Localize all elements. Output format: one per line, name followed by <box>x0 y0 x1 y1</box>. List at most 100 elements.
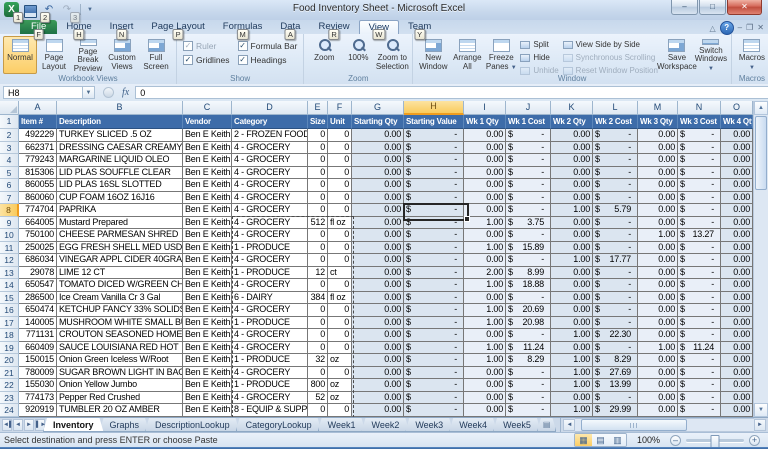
header-cell[interactable]: Starting Value <box>404 115 464 129</box>
cell[interactable]: $- <box>404 192 464 205</box>
cell[interactable]: 0 <box>308 317 328 330</box>
cell[interactable]: 0 <box>328 304 352 317</box>
view-side-by-side-button[interactable]: View Side by Side <box>563 39 658 50</box>
cell[interactable]: 4 - GROCERY <box>232 179 308 192</box>
cell[interactable]: 0.00 <box>638 279 678 292</box>
cell[interactable]: 800 <box>308 379 328 392</box>
cell[interactable]: 4 - GROCERY <box>232 342 308 355</box>
cell[interactable]: VINEGAR APPL CIDER 40GRAIN <box>57 254 183 267</box>
fx-icon[interactable]: fx <box>122 87 129 98</box>
cell[interactable]: 860055 <box>19 179 57 192</box>
column-header-K[interactable]: K <box>551 101 593 115</box>
cell[interactable]: 0 <box>328 242 352 255</box>
tab-file[interactable]: FileF <box>20 20 57 34</box>
zoom-slider-thumb[interactable] <box>711 435 720 448</box>
cell[interactable]: 0.00 <box>638 367 678 380</box>
page-layout-shortcut[interactable]: ▤ <box>592 434 609 446</box>
cell[interactable]: 0.00 <box>551 292 593 305</box>
cell[interactable]: $- <box>678 317 721 330</box>
cell[interactable]: 0.00 <box>352 129 404 142</box>
cell[interactable]: 0 <box>328 329 352 342</box>
cell[interactable]: 0.00 <box>721 204 753 217</box>
cell[interactable]: 662371 <box>19 142 57 155</box>
cell[interactable]: 774173 <box>19 392 57 405</box>
cell[interactable]: $11.24 <box>678 342 721 355</box>
row-header[interactable]: 8 <box>0 204 19 217</box>
cell[interactable]: $- <box>593 304 638 317</box>
cell[interactable]: 650474 <box>19 304 57 317</box>
cell[interactable]: 686034 <box>19 254 57 267</box>
cell[interactable]: 0.00 <box>464 167 506 180</box>
cell[interactable]: 0 <box>308 367 328 380</box>
cell[interactable]: Ben E Keith <box>183 279 232 292</box>
save-workspace-button[interactable]: Save Workspace <box>660 36 694 74</box>
cell[interactable]: 1.00 <box>551 329 593 342</box>
prev-sheet-icon[interactable]: ◄ <box>13 419 23 431</box>
customize-qat-dropdown[interactable]: ▼ <box>87 7 93 13</box>
column-header-O[interactable]: O <box>721 101 753 115</box>
cell[interactable]: 0.00 <box>638 404 678 417</box>
cell[interactable]: $- <box>593 267 638 280</box>
last-sheet-icon[interactable]: ▌► <box>35 419 45 431</box>
row-header[interactable]: 4 <box>0 154 19 167</box>
insert-function-icon[interactable] <box>103 87 114 98</box>
sheet-tab-inventory[interactable]: Inventory <box>43 418 104 432</box>
cell[interactable]: 0.00 <box>464 204 506 217</box>
cell[interactable]: 1.00 <box>551 404 593 417</box>
cell[interactable]: 0.00 <box>352 242 404 255</box>
cell[interactable]: 0.00 <box>352 342 404 355</box>
cell[interactable]: 12 <box>308 267 328 280</box>
cell[interactable]: $- <box>404 154 464 167</box>
cell[interactable]: ct <box>328 267 352 280</box>
cell[interactable]: $13.27 <box>678 229 721 242</box>
cell[interactable]: $- <box>404 204 464 217</box>
cell[interactable]: 384 <box>308 292 328 305</box>
cell[interactable]: $- <box>593 342 638 355</box>
cell[interactable]: SUGAR BROWN LIGHT IN BAGS <box>57 367 183 380</box>
cell[interactable]: 4 - GROCERY <box>232 254 308 267</box>
cell[interactable]: $- <box>593 167 638 180</box>
cell[interactable]: 32 <box>308 354 328 367</box>
cell[interactable]: $- <box>678 354 721 367</box>
row-header[interactable]: 5 <box>0 167 19 180</box>
row-header[interactable]: 21 <box>0 367 19 380</box>
cell[interactable]: $- <box>404 342 464 355</box>
sheet-tab-week3[interactable]: Week3 <box>405 418 453 432</box>
cell[interactable]: 4 - GROCERY <box>232 329 308 342</box>
cell[interactable]: $- <box>404 242 464 255</box>
cell[interactable]: $- <box>404 329 464 342</box>
cell[interactable]: 0.00 <box>352 392 404 405</box>
header-cell[interactable]: Wk 4 Qty <box>721 115 753 129</box>
cell[interactable]: 0.00 <box>352 192 404 205</box>
cell[interactable]: 0.00 <box>721 192 753 205</box>
sheet-tab-descriptionlookup[interactable]: DescriptionLookup <box>145 418 240 432</box>
cell[interactable]: 0.00 <box>551 279 593 292</box>
zoom-out-icon[interactable]: – <box>670 435 681 446</box>
cell[interactable]: $- <box>593 229 638 242</box>
minimize-button[interactable]: – <box>671 0 698 15</box>
arrange-all-button[interactable]: Arrange All <box>450 36 484 74</box>
cell[interactable]: 0.00 <box>721 142 753 155</box>
cell[interactable]: 0.00 <box>464 329 506 342</box>
cell[interactable]: $- <box>678 379 721 392</box>
workbook-minimize-icon[interactable]: – <box>738 22 742 34</box>
cell[interactable]: 0.00 <box>551 392 593 405</box>
cell[interactable]: 0.00 <box>464 192 506 205</box>
cell[interactable]: $- <box>404 267 464 280</box>
cell[interactable]: Ben E Keith <box>183 229 232 242</box>
column-header-N[interactable]: N <box>678 101 721 115</box>
header-cell[interactable]: Wk 3 Qty <box>638 115 678 129</box>
cell[interactable]: Ben E Keith <box>183 367 232 380</box>
cell[interactable]: 0.00 <box>352 379 404 392</box>
cell[interactable]: 250025 <box>19 242 57 255</box>
cell[interactable]: 771131 <box>19 329 57 342</box>
cell[interactable]: 512 <box>308 217 328 230</box>
cell[interactable]: TUMBLER 20 OZ AMBER <box>57 404 183 417</box>
cell[interactable]: 4 - GROCERY <box>232 217 308 230</box>
scroll-left-icon[interactable]: ◄ <box>563 419 575 431</box>
cell[interactable]: Pepper Red Crushed <box>57 392 183 405</box>
page-break-shortcut[interactable]: ▥ <box>609 434 626 446</box>
header-cell[interactable]: Wk 2 Cost <box>593 115 638 129</box>
ruler-checkbox[interactable]: ✓Ruler <box>183 41 230 51</box>
cell[interactable]: 1 - PRODUCE <box>232 317 308 330</box>
